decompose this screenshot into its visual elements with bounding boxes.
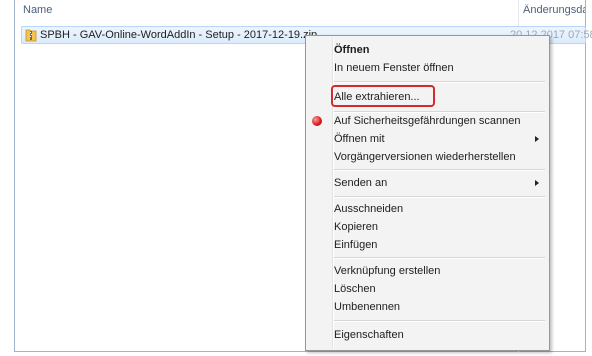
- menu-separator: [334, 196, 545, 198]
- menu-item-paste[interactable]: Einfügen: [334, 235, 377, 255]
- menu-item-send-to[interactable]: Senden an: [334, 173, 387, 193]
- column-header-date[interactable]: Änderungsdatum: [523, 4, 585, 16]
- menu-separator: [334, 257, 545, 259]
- extract-all-highlight-box: [331, 85, 435, 107]
- menu-item-scan[interactable]: Auf Sicherheitsgefährdungen scannen: [334, 111, 521, 131]
- file-name: SPBH - GAV-Online-WordAddIn - Setup - 20…: [40, 29, 318, 41]
- menu-item-properties[interactable]: Eigenschaften: [334, 325, 404, 345]
- menu-separator: [334, 81, 545, 83]
- virus-scan-icon: [312, 116, 322, 126]
- menu-item-cut[interactable]: Ausschneiden: [334, 199, 403, 219]
- menu-item-restore-previous[interactable]: Vorgängerversionen wiederherstellen: [334, 147, 516, 167]
- menu-item-open-with[interactable]: Öffnen mit: [334, 129, 385, 149]
- menu-item-delete[interactable]: Löschen: [334, 279, 376, 299]
- menu-separator: [334, 320, 545, 322]
- column-header-row: Name Änderungsdatum: [15, 0, 585, 22]
- menu-item-rename[interactable]: Umbenennen: [334, 297, 400, 317]
- menu-item-create-shortcut[interactable]: Verknüpfung erstellen: [334, 261, 440, 281]
- submenu-arrow-icon: [535, 180, 539, 186]
- menu-item-copy[interactable]: Kopieren: [334, 217, 378, 237]
- context-menu: Öffnen In neuem Fenster öffnen Alle extr…: [305, 35, 550, 351]
- submenu-arrow-icon: [535, 136, 539, 142]
- column-header-name[interactable]: Name: [23, 4, 52, 16]
- menu-item-open[interactable]: Öffnen: [334, 40, 369, 60]
- menu-item-open-new-window[interactable]: In neuem Fenster öffnen: [334, 58, 454, 78]
- menu-separator: [334, 169, 545, 171]
- zip-folder-icon: [25, 29, 37, 42]
